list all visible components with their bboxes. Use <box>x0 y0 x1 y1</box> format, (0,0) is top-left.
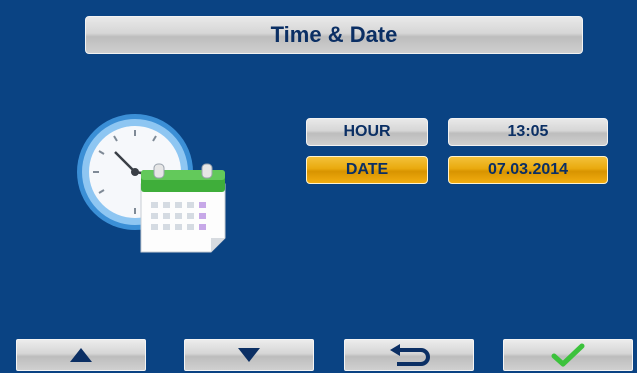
back-button[interactable] <box>344 339 474 371</box>
date-label-text: DATE <box>345 161 389 178</box>
title-bar: Time & Date <box>85 16 583 54</box>
down-button[interactable] <box>184 339 314 371</box>
triangle-up-icon <box>70 348 92 362</box>
checkmark-icon <box>551 343 585 367</box>
calendar-icon <box>140 163 226 253</box>
time-date-illustration <box>77 114 226 253</box>
confirm-button[interactable] <box>503 339 633 371</box>
date-value-field[interactable]: 07.03.2014 <box>448 156 608 184</box>
triangle-down-icon <box>238 348 260 362</box>
hour-label-text: HOUR <box>343 123 391 140</box>
hour-value-text: 13:05 <box>507 123 549 140</box>
return-arrow-icon <box>390 344 430 366</box>
date-label-button[interactable]: DATE <box>306 156 428 184</box>
date-value-text: 07.03.2014 <box>487 161 569 178</box>
page-title: Time & Date <box>270 22 398 47</box>
up-button[interactable] <box>16 339 146 371</box>
hour-label-button[interactable]: HOUR <box>306 118 428 146</box>
hour-value-field[interactable]: 13:05 <box>448 118 608 146</box>
